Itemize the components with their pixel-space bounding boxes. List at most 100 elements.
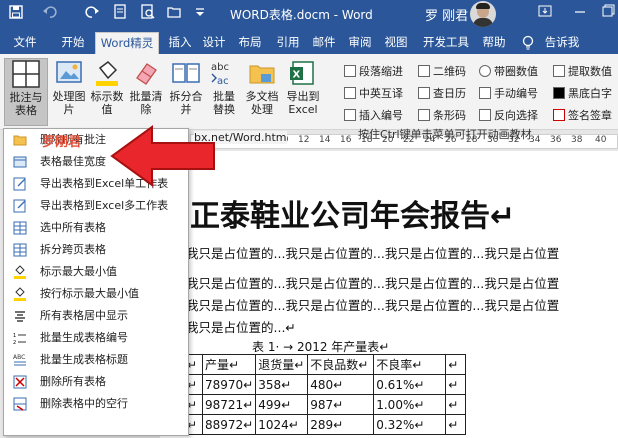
table-cell[interactable]: ↵ (445, 414, 467, 435)
table-cell[interactable]: 1024↵ (255, 414, 309, 435)
ruler-number: 16 (340, 135, 352, 145)
reverse-selection-button[interactable]: 反向选择 (479, 108, 538, 124)
table-cell[interactable]: 0.32%↵ (373, 414, 447, 435)
menu-item-mark-max-min-by-row[interactable]: 按行标示最大最小值 (4, 283, 188, 305)
export-icon (13, 177, 27, 191)
extract-values-button[interactable]: 提取数值 (553, 64, 612, 80)
restore-icon[interactable] (598, 4, 618, 24)
table-cell[interactable]: ↵ (445, 374, 467, 395)
ribbon-display-icon[interactable] (535, 4, 555, 24)
paragraph-indent-button[interactable]: 段落缩进 (344, 64, 403, 80)
table-cell[interactable]: 0.61%↵ (373, 374, 447, 395)
user-name[interactable]: 罗 刚君 (425, 5, 468, 24)
image-icon (54, 58, 84, 88)
barcode-button[interactable]: 条形码 (418, 108, 466, 124)
menu-item-mark-max-min[interactable]: 标示最大最小值 (4, 261, 188, 283)
reverse-selection-icon (479, 109, 491, 121)
table-cell[interactable]: 499↵ (255, 394, 309, 415)
table-cell[interactable]: 不良率↵ (373, 354, 447, 375)
batch-clear-button[interactable]: 批量清 除 (126, 58, 166, 126)
tab-file[interactable]: 文件 (10, 32, 40, 54)
lightbulb-icon[interactable] (518, 32, 538, 54)
magnifier-icon[interactable] (138, 4, 158, 24)
table-cell[interactable]: 退货量↵ (255, 354, 309, 375)
tab-view[interactable]: 视图 (382, 32, 410, 54)
ruler-number: 14 (319, 135, 331, 145)
tab-design[interactable]: 设计 (200, 32, 228, 54)
redo-icon[interactable] (82, 4, 102, 24)
qrcode-button[interactable]: 二维码 (418, 64, 466, 80)
white-on-black-button[interactable]: 黑底白字 (553, 86, 612, 102)
quick-access-more-icon[interactable] (190, 4, 210, 24)
calendar-button[interactable]: 查日历 (418, 86, 466, 102)
mark-values-button[interactable]: 标示数 值 (88, 58, 126, 126)
table-cell[interactable]: 78970↵ (201, 374, 257, 395)
reverse-selection-label: 反向选择 (494, 109, 538, 122)
table-cell[interactable]: 1.00%↵ (373, 394, 447, 415)
multi-document-button[interactable]: 多文档 处理 (242, 58, 282, 126)
mark-values-label: 标示数 值 (90, 90, 124, 116)
tab-references[interactable]: 引用 (274, 32, 302, 54)
tab-insert[interactable]: 插入 (166, 32, 194, 54)
undo-icon[interactable] (40, 4, 60, 24)
production-table[interactable]: 间↵ 产量↵ 退货量↵ 不良品数↵ 不良率↵ ↵ 间↵ 78970↵ 358↵ … (172, 354, 467, 435)
table-cell[interactable]: 88972↵ (201, 414, 257, 435)
menu-item-select-all-tables[interactable]: 选中所有表格 (4, 217, 188, 239)
menu-item-export-multi-sheet[interactable]: 导出表格到Excel多工作表 (4, 195, 188, 217)
table-icon (13, 243, 27, 257)
split-merge-button[interactable]: 拆分合 并 (166, 58, 206, 126)
tab-developer[interactable]: 开发工具 (420, 32, 472, 54)
menu-item-batch-table-titles[interactable]: ABC 批量生成表格标题 (4, 349, 188, 371)
ruler-number: 38 (571, 135, 583, 145)
barcode-icon (418, 109, 430, 121)
comments-and-tables-button[interactable]: 批注与 表格 (4, 58, 48, 126)
circled-number-button[interactable]: 带圈数值 (479, 64, 538, 80)
menu-item-label: 所有表格居中显示 (40, 309, 128, 322)
table-cell[interactable]: 289↵ (307, 414, 375, 435)
menu-item-center-all-tables[interactable]: 所有表格居中显示 (4, 305, 188, 327)
tab-mailings[interactable]: 邮件 (310, 32, 338, 54)
print-preview-icon[interactable] (110, 4, 130, 24)
extract-icon (553, 65, 565, 77)
menu-item-delete-all-tables[interactable]: 删除所有表格 (4, 371, 188, 393)
tab-tell-me[interactable]: 告诉我 (540, 32, 584, 54)
tab-help[interactable]: 帮助 (480, 32, 508, 54)
table-cell[interactable]: 不良品数↵ (307, 354, 375, 375)
tab-word-genie[interactable]: Word精灵 (95, 32, 159, 54)
document-heading: 正泰鞋业公司年会报告↵ (190, 199, 516, 234)
table-cell[interactable]: 480↵ (307, 374, 375, 395)
process-images-button[interactable]: 处理图 片 (50, 58, 88, 126)
menu-item-label: 批量生成表格标题 (40, 353, 128, 366)
ribbon: 批注与 表格 处理图 片 标示数 值 批量清 除 拆分合 并 abc ac 批量 … (0, 54, 618, 130)
export-icon (13, 199, 27, 213)
tab-home[interactable]: 开始 (58, 32, 88, 54)
document-page[interactable]: 正泰鞋业公司年会报告↵ 我只是占位置的...我只是占位置的...我只是占位置的.… (160, 151, 618, 438)
batch-replace-button[interactable]: abc ac 批量 替换 (206, 58, 242, 126)
table-cell[interactable]: 358↵ (255, 374, 309, 395)
split-merge-label: 拆分合 并 (169, 90, 203, 116)
open-icon[interactable] (164, 4, 184, 24)
save-icon[interactable] (6, 4, 26, 24)
menu-item-batch-table-numbers[interactable]: 12 批量生成表格编号 (4, 327, 188, 349)
table-cell[interactable]: 产量↵ (201, 354, 257, 375)
insert-numbering-button[interactable]: 插入编号 (344, 108, 403, 124)
signature-seal-button[interactable]: 签名签章 (553, 108, 612, 124)
table-cell[interactable]: 987↵ (307, 394, 375, 415)
batch-clear-label: 批量清 除 (129, 90, 163, 116)
table-cell[interactable]: ↵ (445, 354, 467, 375)
split-merge-icon (171, 58, 201, 88)
translate-icon (344, 87, 356, 99)
translate-button[interactable]: 中英互译 (344, 86, 403, 102)
avatar[interactable] (470, 1, 496, 27)
table-cell[interactable]: 98721↵ (201, 394, 257, 415)
tab-review[interactable]: 审阅 (346, 32, 374, 54)
menu-item-delete-empty-rows[interactable]: 删除表格中的空行 (4, 393, 188, 415)
table-cell[interactable]: ↵ (445, 394, 467, 415)
comments-and-tables-label: 批注与 表格 (9, 91, 43, 117)
tab-layout[interactable]: 布局 (236, 32, 264, 54)
export-to-excel-button[interactable]: X 导出到 Excel (282, 58, 324, 126)
minimize-icon[interactable] (570, 4, 590, 24)
menu-item-split-cross-page-table[interactable]: 拆分跨页表格 (4, 239, 188, 261)
manual-numbering-button[interactable]: 手动编号 (479, 86, 538, 102)
table-icon (13, 221, 27, 235)
